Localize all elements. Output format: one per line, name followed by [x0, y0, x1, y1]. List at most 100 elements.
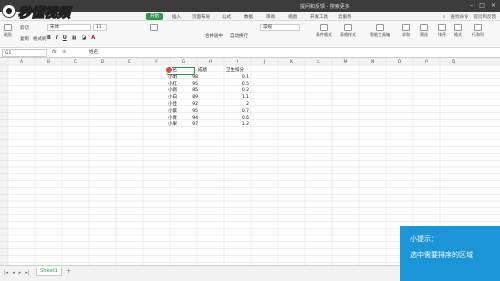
sum-button[interactable]: 求和 [402, 24, 410, 38]
sort-label: 排序 [438, 32, 446, 37]
feedback-link[interactable]: 提问和反馈 [474, 14, 497, 20]
align-icon[interactable] [150, 24, 158, 31]
score-cell[interactable]: 98 [178, 75, 198, 81]
header-score-cell[interactable]: 成绩 [198, 68, 207, 74]
zoom-icon[interactable]: ⊕ [62, 49, 66, 55]
deduct-cell[interactable]: 1.1 [229, 95, 249, 101]
font-name-select[interactable]: 宋体 [47, 24, 91, 31]
score-cell[interactable]: 85 [178, 88, 198, 94]
font-color-icon[interactable]: A [91, 35, 95, 41]
first-sheet-icon[interactable]: |◂ [4, 270, 8, 276]
column-header-j[interactable]: J [263, 59, 265, 65]
deduct-cell[interactable]: 0.6 [229, 116, 249, 122]
name-cell[interactable]: 小明 [168, 75, 177, 81]
name-cell[interactable]: 小红 [168, 82, 177, 88]
column-header-d[interactable]: D [101, 59, 105, 65]
close-icon[interactable]: × [491, 2, 496, 9]
deduct-cell[interactable]: 0.2 [229, 88, 249, 94]
minimize-icon[interactable]: – [470, 2, 473, 9]
score-cell[interactable]: 94 [178, 116, 198, 122]
column-header-q[interactable]: Q [452, 59, 456, 65]
name-cell[interactable]: 小紫 [168, 109, 177, 115]
tab-cloud[interactable]: 云服务 [338, 14, 352, 20]
score-cell[interactable]: 95 [178, 82, 198, 88]
score-cell[interactable]: 97 [178, 122, 198, 128]
sum-icon [402, 24, 410, 31]
tab-developer[interactable]: 开发工具 [310, 14, 328, 20]
last-sheet-icon[interactable]: ▸| [25, 270, 29, 276]
column-header-b[interactable]: B [47, 59, 50, 65]
search-label[interactable]: 查找命令 [451, 14, 469, 20]
name-cell[interactable]: 小果 [168, 122, 177, 128]
bold-button[interactable]: B [47, 35, 51, 41]
filter-button[interactable]: 筛选 [420, 24, 428, 38]
column-header-f[interactable]: F [155, 59, 158, 65]
next-sheet-icon[interactable]: ▸ [19, 270, 22, 276]
column-header-o[interactable]: O [398, 59, 402, 65]
score-cell[interactable]: 95 [178, 109, 198, 115]
number-format-select[interactable]: 常规 [260, 24, 300, 31]
table-style-button[interactable]: 表格样式 [340, 24, 356, 38]
column-header-c[interactable]: C [74, 59, 77, 65]
name-cell[interactable]: 小佳 [168, 102, 177, 108]
deduct-cell[interactable]: 0.1 [229, 75, 249, 81]
deduct-cell[interactable]: 1.2 [229, 122, 249, 128]
tab-data[interactable]: 数据 [244, 14, 253, 20]
align-group [150, 24, 158, 32]
name-cell[interactable]: 小刚 [168, 88, 177, 94]
name-box[interactable]: G1 [2, 49, 47, 57]
underline-button[interactable]: U [63, 35, 67, 41]
tab-start[interactable]: 开始 [146, 13, 163, 20]
tab-view[interactable]: 视图 [288, 14, 297, 20]
deduct-cell[interactable]: 0.7 [229, 109, 249, 115]
font-size-select[interactable]: 11 [93, 24, 107, 31]
maximize-icon[interactable]: □ [479, 2, 485, 9]
fx-icon[interactable]: fx [52, 49, 57, 55]
column-header-i[interactable]: I [237, 59, 238, 65]
search-icon[interactable]: ⌕ [443, 14, 446, 20]
rows-cols-button[interactable]: 行和列 [472, 24, 484, 38]
add-sheet-button[interactable]: + [66, 268, 71, 275]
copy-button[interactable]: 复制 [20, 36, 29, 42]
format-painter-button[interactable]: 格式刷 [33, 36, 47, 42]
deduct-cell[interactable]: 0.5 [229, 82, 249, 88]
italic-button[interactable]: I [56, 35, 58, 41]
format-row: B I U ▦ ◪ A [47, 35, 95, 41]
conditional-format-label: 条件格式 [316, 32, 332, 37]
column-header-g[interactable]: G [182, 59, 186, 65]
column-header-n[interactable]: N [371, 59, 374, 65]
tab-formula[interactable]: 公式 [222, 14, 231, 20]
name-cell[interactable]: 小青 [168, 116, 177, 122]
border-icon[interactable]: ▦ [72, 35, 77, 41]
column-header-e[interactable]: E [128, 59, 131, 65]
tab-insert[interactable]: 插入 [172, 14, 181, 20]
sort-button[interactable]: 排序 [438, 24, 446, 38]
name-cell[interactable]: 小白 [168, 95, 177, 101]
sheet-tab[interactable]: Sheet1 [36, 267, 62, 276]
column-header-p[interactable]: P [425, 59, 428, 65]
tab-page-layout[interactable]: 页面布局 [192, 14, 210, 20]
wrap-button[interactable]: 自动换行 [230, 33, 248, 39]
formula-input[interactable]: 姓名 [74, 49, 494, 57]
paste-label: 粘贴 [4, 32, 12, 37]
prev-sheet-icon[interactable]: ◂ [12, 270, 15, 276]
conditional-format-button[interactable]: 条件格式 [316, 24, 332, 38]
merge-center-button[interactable]: 合并居中 [205, 33, 223, 39]
score-cell[interactable]: 89 [178, 95, 198, 101]
logo: 秒懂视频 [2, 1, 94, 21]
logo-text: 秒懂视频 [17, 5, 71, 21]
table-style-icon [344, 24, 352, 31]
column-header-m[interactable]: M [344, 59, 348, 65]
paste-icon [4, 24, 12, 31]
score-cell[interactable]: 92 [178, 102, 198, 108]
fill-color-icon[interactable]: ◪ [81, 35, 86, 41]
header-deduct-cell[interactable]: 卫生扣分 [226, 68, 244, 74]
paste-button[interactable]: 粘贴 [4, 24, 12, 38]
smart-tools-button[interactable]: 智能工具箱 [370, 24, 390, 38]
deduct-cell[interactable]: 2 [229, 102, 249, 108]
column-header-h[interactable]: H [209, 59, 212, 65]
tab-review[interactable]: 审阅 [266, 14, 275, 20]
title-text: 提问和反馈 · 搜索更多 [300, 4, 350, 10]
format-button[interactable]: 格式 [454, 24, 462, 38]
cut-button[interactable]: 剪切 [20, 25, 29, 31]
